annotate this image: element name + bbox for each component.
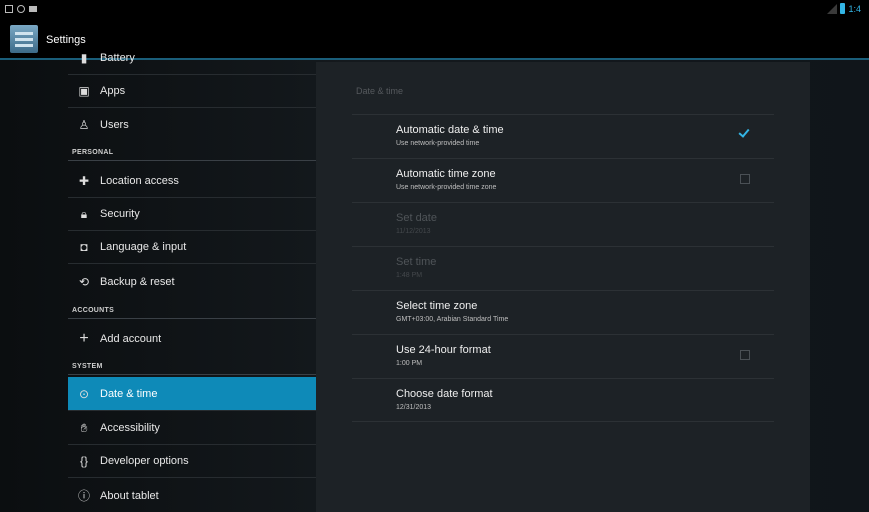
sidebar-item-label: About tablet bbox=[100, 489, 159, 502]
pref-summary: GMT+03:00, Arabian Standard Time bbox=[396, 316, 509, 323]
signal-icon bbox=[827, 3, 838, 14]
sidebar-item-about-tablet[interactable]: ⓘ About tablet bbox=[68, 479, 316, 512]
checkbox-unchecked[interactable] bbox=[740, 174, 750, 184]
pref-title: Choose date format bbox=[396, 388, 493, 400]
sidebar-item-label: Security bbox=[100, 208, 140, 220]
pref-set-time: Set time 1:48 PM bbox=[352, 246, 774, 290]
settings-sidebar[interactable]: ▮ Battery ▣ Apps ♙ Users PERSONAL ✚ Loca… bbox=[68, 51, 316, 512]
sidebar-item-battery[interactable]: ▮ Battery bbox=[68, 42, 316, 75]
divider bbox=[68, 318, 316, 319]
clock-icon: ⊙ bbox=[78, 386, 90, 401]
sidebar-item-label: Date & time bbox=[100, 387, 158, 400]
clock-text: 1:4 bbox=[848, 3, 861, 14]
divider bbox=[68, 160, 316, 161]
pref-title: Automatic time zone bbox=[396, 168, 496, 180]
pref-title: Select time zone bbox=[396, 300, 478, 312]
pref-summary: Use network-provided time bbox=[396, 140, 480, 147]
info-icon: ⓘ bbox=[77, 489, 90, 503]
pref-summary: 11/12/2013 bbox=[396, 228, 431, 235]
sidebar-item-label: Add account bbox=[100, 332, 162, 345]
sidebar-item-label: Developer options bbox=[100, 455, 189, 467]
battery-icon: ▮ bbox=[80, 51, 88, 65]
pref-set-date: Set date 11/12/2013 bbox=[352, 202, 774, 246]
backup-icon: ⟲ bbox=[78, 274, 90, 289]
accessibility-icon: ✋︎ bbox=[80, 420, 88, 435]
pref-summary: 12/31/2013 bbox=[396, 404, 432, 411]
sidebar-item-label: Users bbox=[100, 118, 129, 131]
usb-icon bbox=[29, 6, 37, 12]
section-header-accounts: ACCOUNTS bbox=[72, 307, 115, 314]
divider bbox=[68, 374, 316, 375]
section-title: Date & time bbox=[356, 86, 404, 96]
pref-choose-date-format[interactable]: Choose date format 12/31/2013 bbox=[352, 378, 774, 422]
section-header-personal: PERSONAL bbox=[72, 149, 114, 156]
sidebar-item-label: Apps bbox=[100, 85, 126, 97]
section-header-system: SYSTEM bbox=[72, 363, 103, 370]
sidebar-item-security[interactable]: 🔒︎ Security bbox=[68, 198, 316, 231]
braces-icon: {} bbox=[79, 454, 88, 468]
sidebar-item-label: Language & input bbox=[100, 241, 187, 253]
pref-select-time-zone[interactable]: Select time zone GMT+03:00, Arabian Stan… bbox=[352, 290, 774, 334]
keyboard-icon: ◘ bbox=[80, 240, 88, 254]
notification-icon bbox=[17, 5, 25, 13]
plus-icon: + bbox=[79, 329, 89, 347]
date-time-detail-pane: Date & time Automatic date & time Use ne… bbox=[316, 62, 810, 512]
sidebar-item-label: Battery bbox=[100, 52, 135, 64]
pref-summary: 1:00 PM bbox=[396, 360, 423, 367]
pref-automatic-date-time[interactable]: Automatic date & time Use network-provid… bbox=[352, 114, 774, 158]
sidebar-item-label: Accessibility bbox=[100, 422, 160, 434]
status-bar: 1:4 bbox=[0, 0, 869, 22]
sidebar-item-location[interactable]: ✚ Location access bbox=[68, 165, 316, 198]
sidebar-item-label: Backup & reset bbox=[100, 275, 175, 288]
sidebar-item-language[interactable]: ◘ Language & input bbox=[68, 231, 316, 264]
lock-icon: 🔒︎ bbox=[80, 206, 88, 221]
pref-title: Set date bbox=[396, 212, 437, 224]
sidebar-item-backup[interactable]: ⟲ Backup & reset bbox=[68, 265, 316, 298]
sidebar-item-users[interactable]: ♙ Users bbox=[68, 108, 316, 141]
checkbox-unchecked[interactable] bbox=[740, 350, 750, 360]
pref-title: Use 24-hour format bbox=[396, 344, 491, 356]
pref-title: Automatic date & time bbox=[396, 124, 504, 136]
apps-icon: ▣ bbox=[78, 84, 90, 98]
battery-icon bbox=[840, 3, 846, 14]
pref-title: Set time bbox=[396, 256, 437, 268]
pref-automatic-time-zone[interactable]: Automatic time zone Use network-provided… bbox=[352, 158, 774, 202]
users-icon: ♙ bbox=[78, 117, 90, 132]
sidebar-item-add-account[interactable]: + Add account bbox=[68, 322, 316, 355]
location-icon: ✚ bbox=[78, 174, 90, 188]
pref-summary: Use network-provided time zone bbox=[396, 184, 497, 191]
settings-content: ▮ Battery ▣ Apps ♙ Users PERSONAL ✚ Loca… bbox=[0, 51, 869, 512]
pref-use-24-hour-format[interactable]: Use 24-hour format 1:00 PM bbox=[352, 334, 774, 378]
sidebar-item-developer-options[interactable]: {} Developer options bbox=[68, 445, 316, 478]
pref-summary: 1:48 PM bbox=[396, 272, 423, 279]
sidebar-item-apps[interactable]: ▣ Apps bbox=[68, 75, 316, 108]
status-indicators: 1:4 bbox=[827, 3, 861, 14]
sidebar-item-date-time[interactable]: ⊙ Date & time bbox=[68, 377, 316, 411]
screenshot-icon bbox=[5, 5, 13, 13]
checkbox-checked[interactable] bbox=[738, 127, 750, 139]
sidebar-item-label: Location access bbox=[100, 175, 179, 187]
sidebar-item-accessibility[interactable]: ✋︎ Accessibility bbox=[68, 412, 316, 445]
settings-app-icon[interactable] bbox=[10, 25, 38, 53]
